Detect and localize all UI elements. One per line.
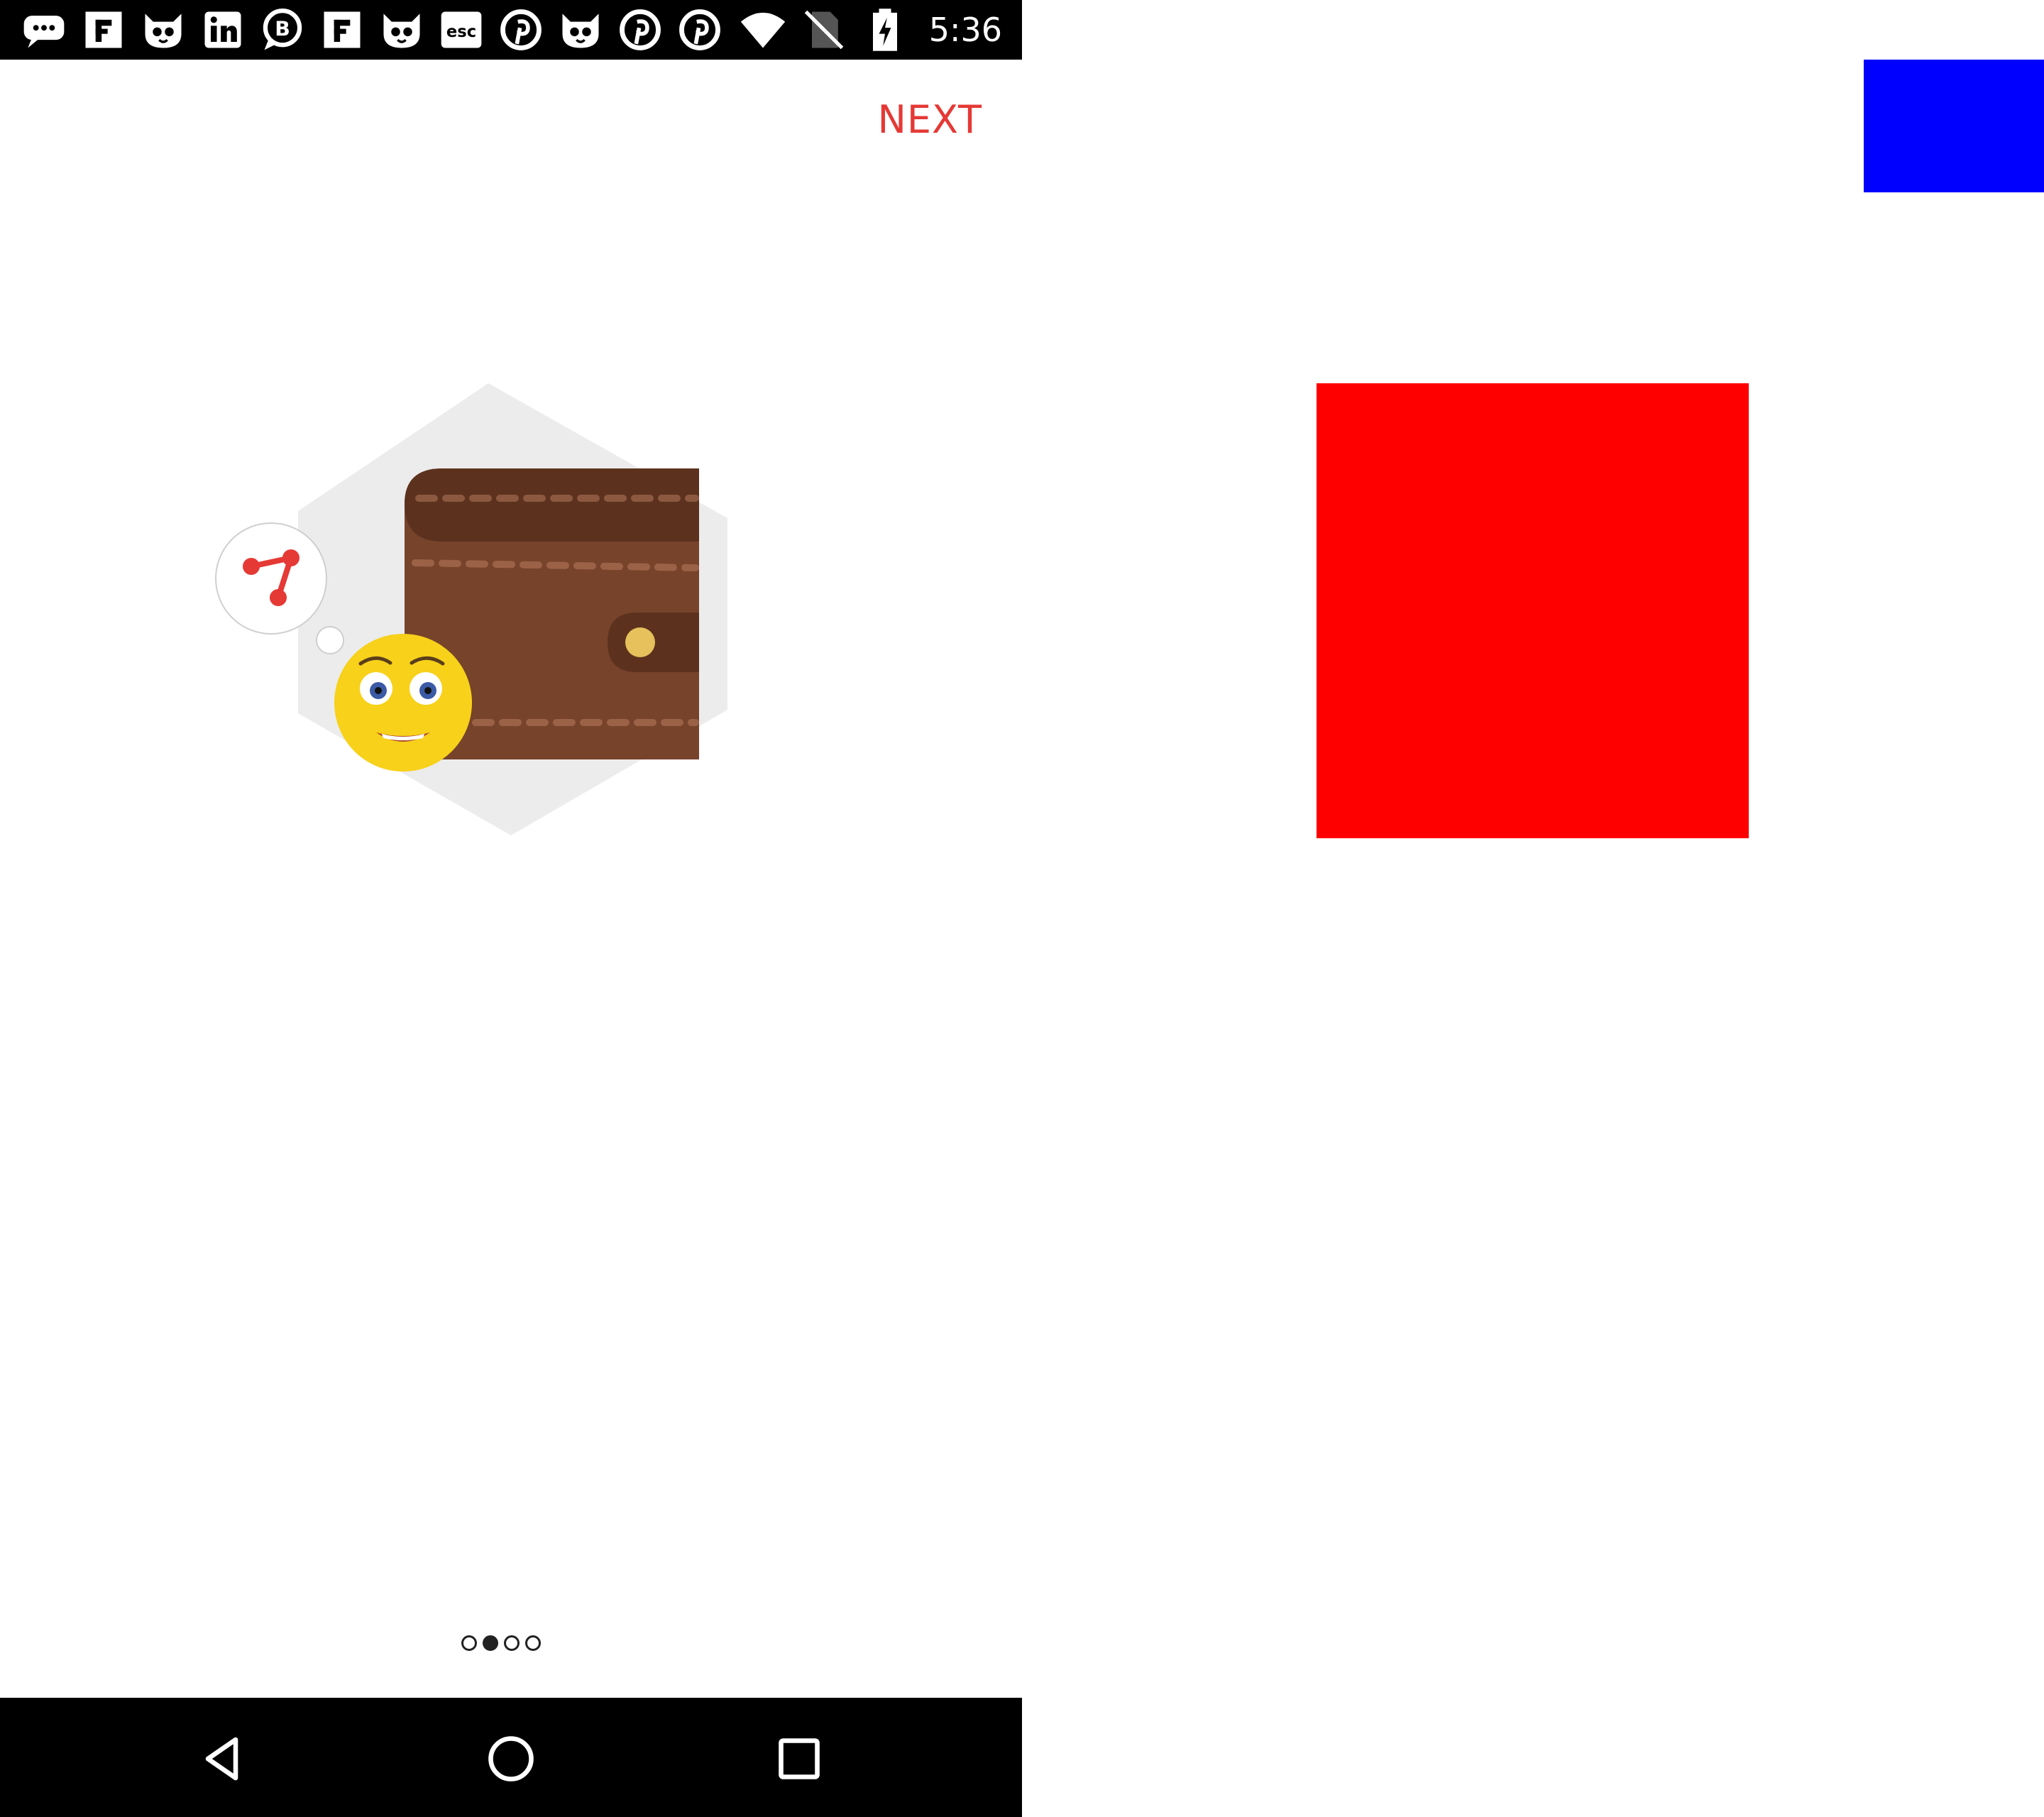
beeline-chat-icon: B	[263, 8, 302, 50]
flipboard-icon	[324, 11, 361, 48]
pinterest-icon	[620, 9, 661, 50]
page-dot-1[interactable]	[461, 1635, 477, 1651]
status-time: 5:36	[928, 11, 1002, 49]
system-icons: 5:36	[739, 6, 1002, 54]
linkedin-icon	[204, 11, 241, 48]
no-sim-icon	[804, 10, 843, 50]
recents-icon[interactable]	[774, 1733, 825, 1784]
notification-icons: B esc	[20, 6, 724, 54]
navigation-bar	[0, 1698, 1022, 1817]
next-button[interactable]: NEXT	[877, 101, 982, 139]
page-dot-4[interactable]	[525, 1635, 541, 1651]
wifi-icon	[740, 12, 785, 48]
page-indicator	[461, 1635, 541, 1651]
smiley-emoji-icon	[334, 634, 472, 772]
home-icon[interactable]	[485, 1733, 537, 1784]
pinterest-icon	[679, 9, 720, 50]
flipboard-icon	[85, 11, 122, 48]
chat-bubble-icon	[23, 16, 65, 48]
status-bar: B esc 5:36	[0, 0, 1022, 60]
red-block	[1317, 383, 1749, 838]
page-dot-2[interactable]	[483, 1635, 498, 1651]
blue-block	[1864, 60, 2044, 192]
pinterest-icon	[500, 9, 542, 50]
cat-face-icon	[383, 13, 420, 48]
cat-face-icon	[562, 13, 599, 48]
svg-text:B: B	[275, 18, 290, 41]
battery-charging-icon	[872, 9, 897, 51]
phone-screen: B esc 5:36 NEXT	[0, 0, 1022, 1817]
back-icon[interactable]	[197, 1733, 248, 1784]
esc-label: esc	[446, 23, 476, 41]
onboarding-illustration	[215, 383, 727, 835]
cat-face-icon	[145, 13, 182, 48]
page-dot-3[interactable]	[504, 1635, 520, 1651]
esc-icon: esc	[441, 11, 482, 48]
